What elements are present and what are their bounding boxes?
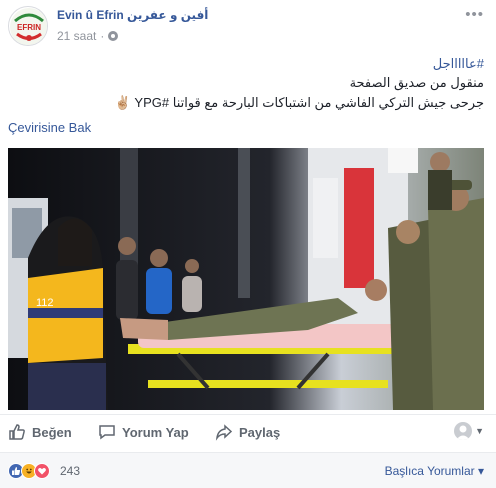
like-button[interactable]: Beğen [8,423,72,441]
svg-text:112: 112 [36,297,54,309]
post-action-bar: Beğen Yorum Yap Paylaş ▼ [0,414,496,446]
love-reaction-icon [34,463,50,479]
post-text-line-1: #عاااااجل [433,56,484,72]
facebook-post: EFRIN Evin û Efrin أفين و عفرين 21 saat … [0,0,496,488]
globe-icon [108,31,119,41]
post-text-line-3: جرحى جيش التركي الفاشي من اشتباكات البار… [114,95,484,110]
share-arrow-icon [215,424,233,441]
post-timestamp[interactable]: 21 saat [57,29,96,43]
post-meta: 21 saat · [57,29,119,43]
reaction-icons[interactable] [8,463,50,479]
post-text-line-2: منقول من صديق الصفحة [349,75,484,90]
share-button[interactable]: Paylaş [215,423,280,441]
share-label: Paylaş [239,424,281,440]
comment-button[interactable]: Yorum Yap [98,423,189,441]
reactions-summary: 243 Başlıca Yorumlar ▾ [0,452,496,488]
comment-icon [99,425,115,440]
post-as-selector[interactable]: ▼ [454,422,484,440]
viewer-avatar [454,422,473,440]
more-options-icon[interactable]: ••• [465,6,484,23]
see-translation-link[interactable]: Çevirisine Bak [8,120,91,135]
page-name-link[interactable]: Evin û Efrin أفين و عفرين [57,8,208,22]
thumbs-up-icon [9,424,25,440]
meta-separator: · [100,29,105,43]
comment-label: Yorum Yap [122,424,189,440]
page-avatar[interactable]: EFRIN [8,6,48,46]
post-photo[interactable]: 112 [8,148,484,410]
chevron-down-icon: ▼ [475,426,484,436]
hashtag-link[interactable]: #عاااااجل [433,56,484,71]
top-comments-dropdown[interactable]: Başlıca Yorumlar ▾ [385,464,484,478]
like-label: Beğen [32,424,72,440]
reaction-count[interactable]: 243 [60,464,80,478]
avatar-logo-text: EFRIN [17,23,41,32]
